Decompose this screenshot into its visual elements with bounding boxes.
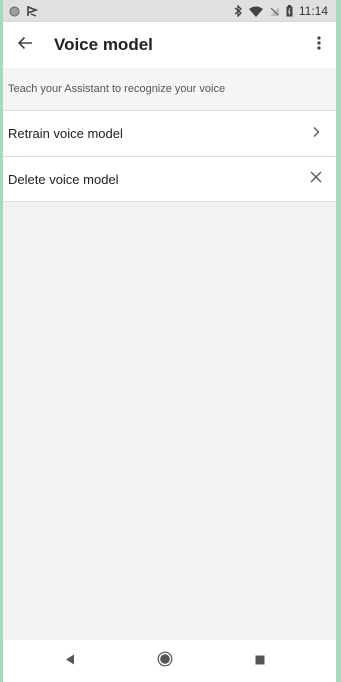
close-icon bbox=[310, 170, 322, 188]
status-bar: 11:14 bbox=[3, 0, 336, 22]
bluetooth-icon bbox=[233, 5, 243, 17]
retrain-voice-model-label: Retrain voice model bbox=[8, 126, 123, 141]
nav-back-icon bbox=[65, 652, 75, 670]
chevron-right-icon bbox=[312, 125, 320, 143]
battery-icon bbox=[286, 5, 293, 17]
more-options-button[interactable] bbox=[302, 22, 336, 68]
retrain-voice-model-item[interactable]: Retrain voice model bbox=[3, 110, 336, 156]
status-time: 11:14 bbox=[298, 4, 328, 18]
arrow-left-icon bbox=[17, 36, 33, 55]
wifi-icon bbox=[248, 6, 263, 17]
description-text: Teach your Assistant to recognize your v… bbox=[3, 68, 336, 110]
retrain-chevron bbox=[296, 111, 336, 157]
nav-home-button[interactable] bbox=[145, 640, 185, 682]
nav-recent-button[interactable] bbox=[240, 640, 280, 682]
app-bar: Voice model bbox=[3, 22, 336, 68]
signal-flag-icon bbox=[26, 5, 38, 17]
delete-close[interactable] bbox=[296, 156, 336, 202]
nav-recent-icon bbox=[255, 652, 265, 670]
page-title: Voice model bbox=[54, 35, 153, 54]
circle-icon bbox=[9, 6, 20, 17]
nav-back-button[interactable] bbox=[50, 640, 90, 682]
navigation-bar bbox=[3, 640, 336, 682]
more-vertical-icon bbox=[317, 35, 321, 55]
delete-voice-model-label: Delete voice model bbox=[8, 171, 119, 187]
nav-home-icon bbox=[157, 651, 173, 672]
phone-screen: 11:14 Voice model Teach your Assistant t… bbox=[3, 0, 336, 682]
no-signal-icon bbox=[269, 6, 280, 17]
delete-voice-model-item[interactable]: Delete voice model bbox=[3, 156, 336, 202]
back-button[interactable] bbox=[3, 22, 47, 68]
